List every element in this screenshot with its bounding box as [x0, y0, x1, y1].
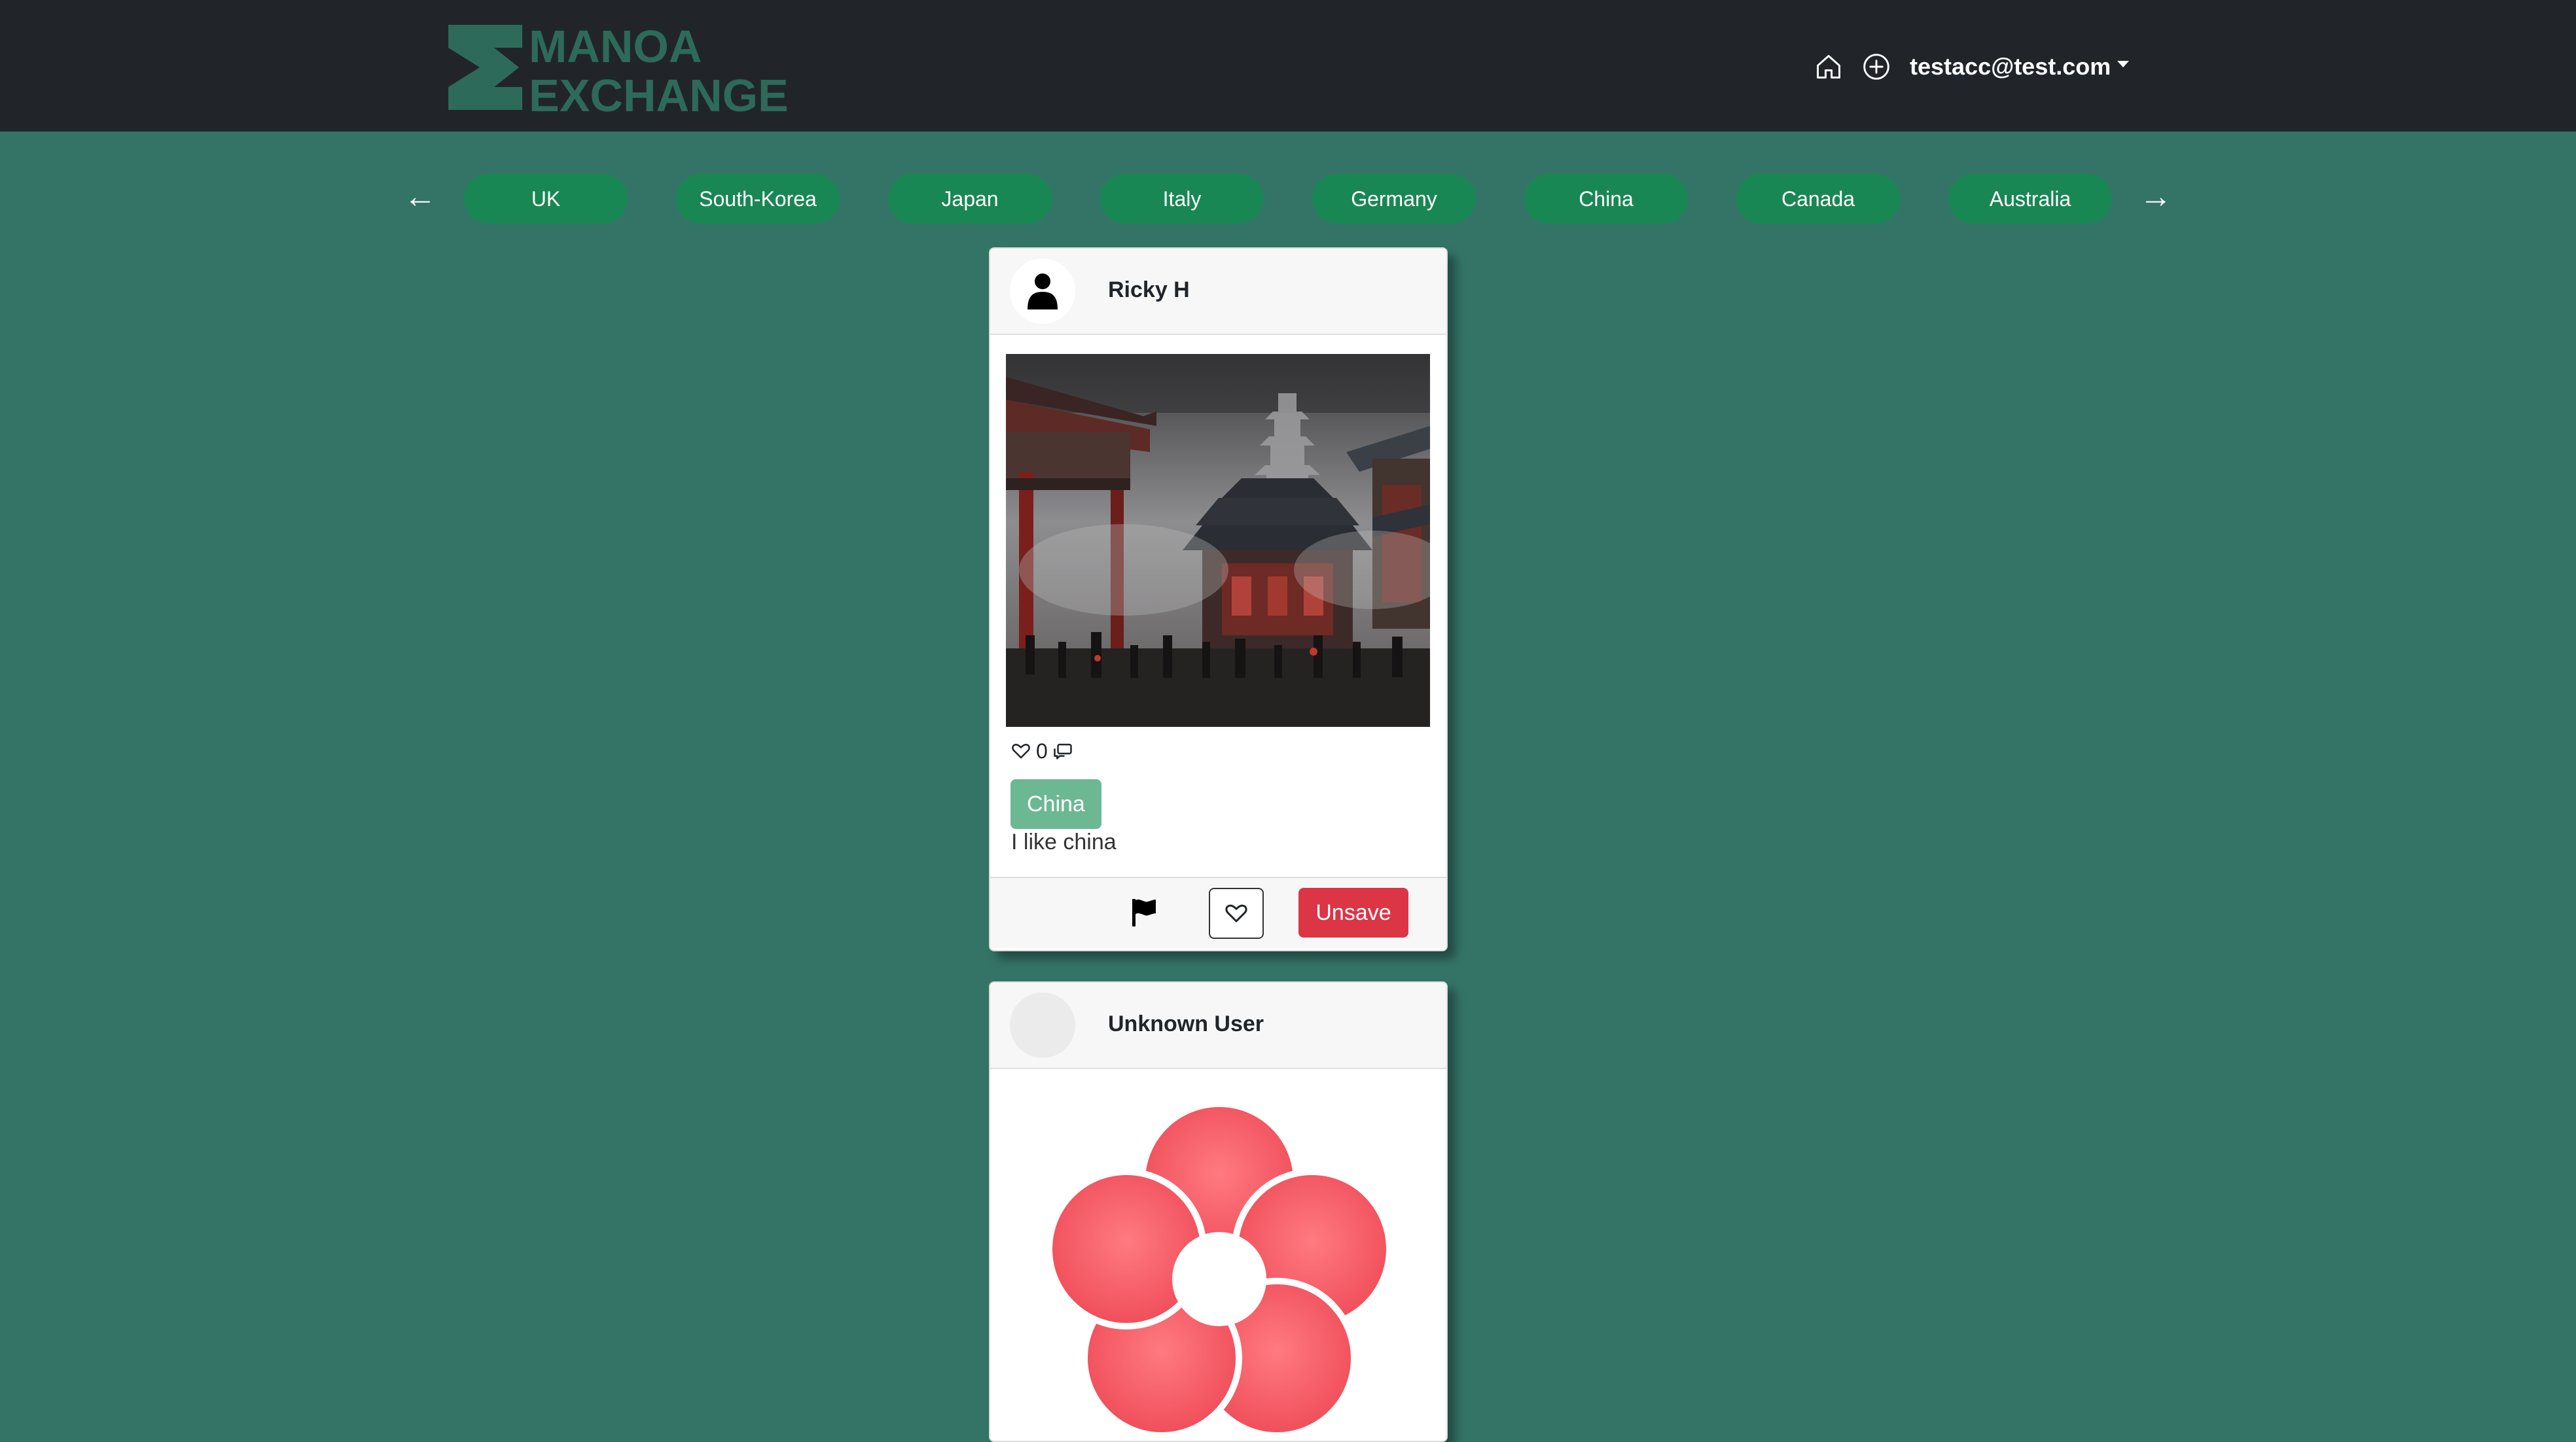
like-count: 0 — [1036, 739, 1048, 763]
person-icon — [1028, 273, 1058, 309]
post-card: Ricky H 0 China I like china Unsave — [989, 247, 1448, 951]
country-pill-italy[interactable]: Italy — [1100, 174, 1264, 224]
post-header: Unknown User — [990, 983, 1446, 1069]
like-button[interactable] — [1209, 888, 1264, 939]
red-flower-logo — [1046, 1100, 1393, 1439]
user-email: testacc@test.com — [1910, 53, 2111, 80]
next-arrow-button[interactable]: → — [2136, 177, 2175, 216]
logo-line1: MANOA — [529, 22, 702, 72]
country-pill-south-korea[interactable]: South-Korea — [676, 174, 840, 224]
post-image[interactable] — [1006, 354, 1430, 727]
country-pill-germany[interactable]: Germany — [1312, 174, 1476, 224]
logo-sigma-mark — [448, 25, 522, 110]
country-pill-uk[interactable]: UK — [464, 174, 628, 224]
top-navbar: MANOA EXCHANGE testacc@test.com — [0, 0, 2576, 132]
post-header: Ricky H — [990, 249, 1446, 335]
flag-icon[interactable] — [1131, 898, 1157, 926]
user-dropdown[interactable]: testacc@test.com — [1910, 48, 2130, 85]
heart-icon — [1225, 904, 1247, 923]
post-author[interactable]: Ricky H — [1108, 277, 1190, 303]
logo-line2: EXCHANGE — [529, 70, 789, 113]
country-pill-canada[interactable]: Canada — [1736, 174, 1900, 224]
logo-graphic: MANOA EXCHANGE — [448, 22, 789, 113]
comment-icon[interactable] — [1053, 741, 1073, 761]
chevron-down-icon — [2117, 61, 2130, 67]
manoa-exchange-logo[interactable]: MANOA EXCHANGE — [447, 22, 827, 113]
chinese-temple-painting — [1006, 354, 1430, 727]
country-tag[interactable]: China — [1011, 779, 1101, 829]
avatar[interactable] — [1010, 993, 1075, 1058]
post-footer: Unsave — [990, 877, 1446, 948]
avatar[interactable] — [1010, 258, 1075, 324]
country-pill-china[interactable]: China — [1524, 174, 1688, 224]
home-icon[interactable] — [1814, 52, 1843, 81]
country-pill-japan[interactable]: Japan — [888, 174, 1052, 224]
post-image[interactable] — [1023, 1089, 1416, 1441]
country-filter-bar: ← UK South-Korea Japan Italy Germany Chi… — [0, 171, 2576, 226]
plus-circle-icon[interactable] — [1862, 52, 1891, 81]
country-pill-australia[interactable]: Australia — [1948, 174, 2112, 224]
heart-icon[interactable] — [1011, 741, 1031, 761]
post-author[interactable]: Unknown User — [1108, 1011, 1264, 1037]
post-caption: I like china — [1011, 830, 1117, 854]
prev-arrow-button[interactable]: ← — [401, 177, 440, 216]
unsave-button[interactable]: Unsave — [1298, 888, 1408, 938]
post-card: Unknown User — [989, 981, 1448, 1442]
post-stats: 0 — [1011, 738, 1073, 764]
